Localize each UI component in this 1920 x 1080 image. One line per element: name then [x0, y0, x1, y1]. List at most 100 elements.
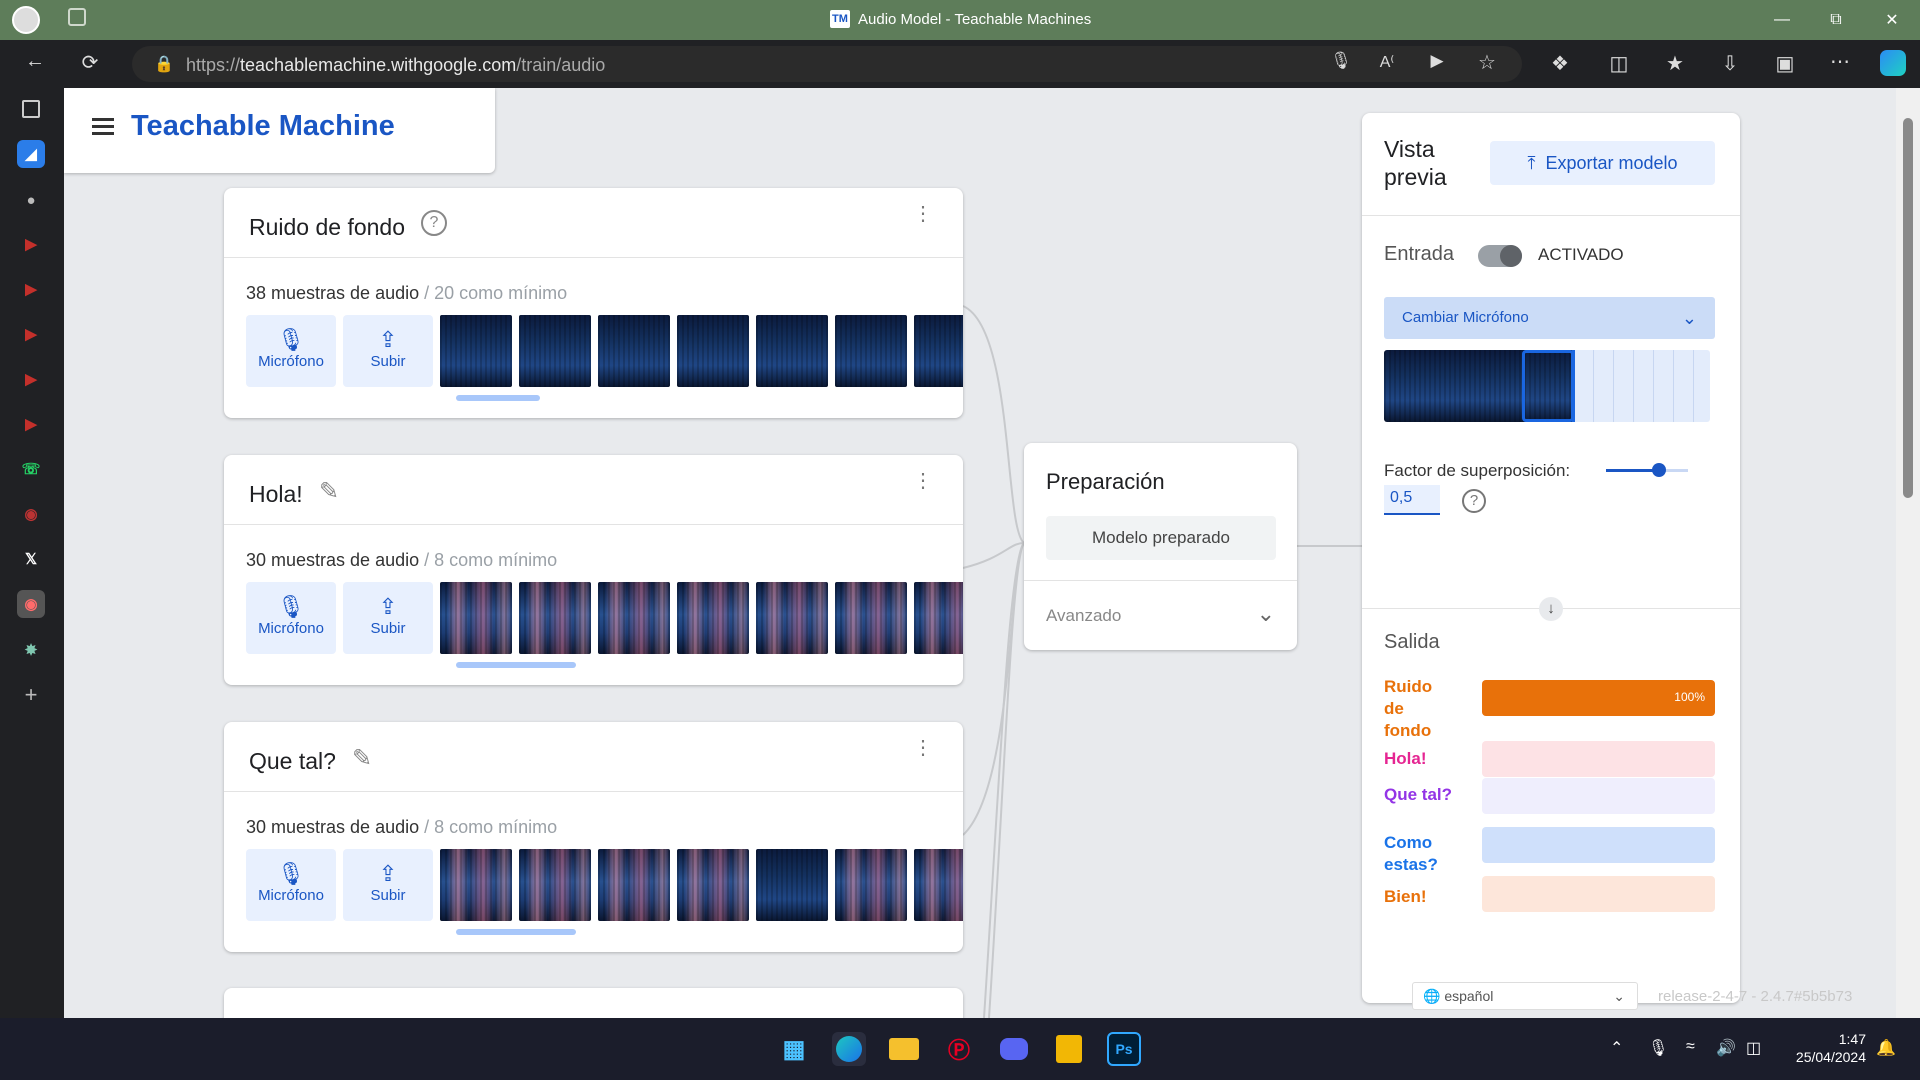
- audio-sample-thumbnail[interactable]: [440, 582, 512, 654]
- audio-sample-thumbnail[interactable]: [677, 849, 749, 921]
- help-circle-icon[interactable]: ?: [421, 210, 447, 236]
- edge-icon[interactable]: [832, 1032, 866, 1066]
- audio-sample-thumbnail[interactable]: [756, 849, 828, 921]
- split-screen-icon[interactable]: ◫: [1604, 51, 1634, 76]
- volume-icon[interactable]: 🔊: [1716, 1038, 1736, 1058]
- samples-scrollbar[interactable]: [446, 928, 946, 935]
- wifi-icon[interactable]: ≈: [1686, 1038, 1695, 1056]
- favorite-star-icon[interactable]: ☆: [1472, 50, 1502, 75]
- downloads-icon[interactable]: ⇩: [1715, 51, 1745, 76]
- advanced-toggle[interactable]: Avanzado: [1046, 606, 1121, 626]
- audio-sample-thumbnail[interactable]: [440, 849, 512, 921]
- youtube-icon[interactable]: ▶: [17, 410, 45, 438]
- microphone-button[interactable]: 🎙 Micrófono: [246, 849, 336, 921]
- page-scrollbar[interactable]: [1896, 88, 1920, 1018]
- kebab-menu-icon[interactable]: ⋮: [913, 738, 933, 758]
- audio-sample-thumbnail[interactable]: [914, 849, 963, 921]
- hamburger-menu-icon[interactable]: [92, 118, 114, 139]
- youtube-icon[interactable]: ▶: [17, 320, 45, 348]
- pencil-icon[interactable]: ✎: [319, 477, 339, 506]
- microphone-button[interactable]: 🎙 Micrófono: [246, 315, 336, 387]
- microphone-icon[interactable]: 🎙: [1648, 1038, 1668, 1058]
- minimize-button[interactable]: —: [1762, 6, 1802, 34]
- immersive-reader-icon[interactable]: ▶: [1422, 51, 1452, 71]
- microphone-select[interactable]: Cambiar Micrófono ⌄: [1384, 297, 1715, 339]
- pencil-icon[interactable]: ✎: [352, 744, 372, 773]
- chevron-down-icon[interactable]: ⌄: [1257, 601, 1275, 627]
- upload-button[interactable]: ⇪ Subir: [343, 315, 433, 387]
- file-explorer-icon[interactable]: [887, 1032, 921, 1066]
- microphone-icon[interactable]: 🎙: [1326, 51, 1356, 71]
- back-icon[interactable]: ←: [20, 50, 50, 73]
- kebab-menu-icon[interactable]: ⋮: [913, 471, 933, 491]
- photoshop-icon[interactable]: Ps: [1107, 1032, 1141, 1066]
- whatsapp-icon[interactable]: ☏: [17, 455, 45, 483]
- pinterest-icon[interactable]: Ⓟ: [942, 1032, 976, 1066]
- audio-sample-thumbnail[interactable]: [598, 849, 670, 921]
- pro-app-icon[interactable]: [1052, 1032, 1086, 1066]
- refresh-icon[interactable]: ⟳: [75, 50, 105, 75]
- class-name[interactable]: Que tal?: [249, 748, 336, 775]
- brand-title[interactable]: Teachable Machine: [131, 110, 395, 143]
- url-text[interactable]: https://teachablemachine.withgoogle.com/…: [186, 55, 605, 76]
- restore-button[interactable]: ⧉: [1816, 6, 1856, 34]
- clock[interactable]: 1:47 25/04/2024: [1796, 1030, 1866, 1066]
- audio-sample-thumbnail[interactable]: [519, 582, 591, 654]
- audio-sample-thumbnail[interactable]: [677, 582, 749, 654]
- add-icon[interactable]: +: [17, 681, 45, 709]
- battery-icon[interactable]: ◫: [1746, 1038, 1761, 1058]
- youtube-icon[interactable]: ▶: [17, 275, 45, 303]
- profile-avatar[interactable]: [12, 6, 40, 34]
- audio-sample-thumbnail[interactable]: [835, 582, 907, 654]
- overlap-slider[interactable]: [1606, 463, 1688, 477]
- address-bar[interactable]: 🔒 https://teachablemachine.withgoogle.co…: [132, 46, 1522, 82]
- train-model-button[interactable]: Modelo preparado: [1046, 516, 1276, 560]
- active-tab-icon[interactable]: ◢: [17, 140, 45, 168]
- audio-sample-thumbnail[interactable]: [756, 582, 828, 654]
- tabs-icon[interactable]: [22, 100, 40, 118]
- audio-sample-thumbnail[interactable]: [756, 315, 828, 387]
- audio-sample-thumbnail[interactable]: [519, 849, 591, 921]
- lock-icon[interactable]: 🔒: [154, 54, 174, 74]
- mask-icon[interactable]: ◉: [17, 500, 45, 528]
- audio-sample-thumbnail[interactable]: [835, 849, 907, 921]
- class-name[interactable]: Ruido de fondo: [249, 214, 405, 241]
- audio-sample-thumbnail[interactable]: [914, 315, 963, 387]
- microphone-button[interactable]: 🎙 Micrófono: [246, 582, 336, 654]
- close-button[interactable]: ✕: [1872, 6, 1912, 34]
- read-aloud-icon[interactable]: A⁽: [1372, 52, 1402, 72]
- windows-start-icon[interactable]: ▦: [777, 1032, 811, 1066]
- screenshot-icon[interactable]: ▣: [1770, 51, 1800, 76]
- tab-actions-icon[interactable]: [68, 8, 86, 26]
- favorites-icon[interactable]: ★: [1660, 51, 1690, 76]
- upload-button[interactable]: ⇪ Subir: [343, 849, 433, 921]
- audio-sample-thumbnail[interactable]: [914, 582, 963, 654]
- samples-scrollbar[interactable]: [446, 394, 946, 401]
- audio-sample-thumbnail[interactable]: [835, 315, 907, 387]
- audio-sample-thumbnail[interactable]: [440, 315, 512, 387]
- class-name[interactable]: Hola!: [249, 481, 303, 508]
- x-icon[interactable]: 𝕏: [17, 545, 45, 573]
- samples-scrollbar[interactable]: [446, 661, 946, 668]
- record-icon[interactable]: ◉: [17, 590, 45, 618]
- extensions-icon[interactable]: ❖: [1545, 51, 1575, 76]
- help-circle-icon[interactable]: ?: [1462, 489, 1486, 513]
- openai-icon[interactable]: ✸: [17, 636, 45, 664]
- overlap-value-input[interactable]: 0,5: [1384, 485, 1440, 515]
- notifications-icon[interactable]: 🔔: [1876, 1038, 1896, 1058]
- input-toggle[interactable]: [1478, 245, 1522, 267]
- discord-icon[interactable]: [997, 1032, 1031, 1066]
- youtube-icon[interactable]: ▶: [17, 365, 45, 393]
- audio-sample-thumbnail[interactable]: [677, 315, 749, 387]
- more-icon[interactable]: ⋯: [1825, 49, 1855, 74]
- upload-button[interactable]: ⇪ Subir: [343, 582, 433, 654]
- audio-sample-thumbnail[interactable]: [598, 315, 670, 387]
- github-icon[interactable]: ●: [17, 186, 45, 214]
- audio-sample-thumbnail[interactable]: [598, 582, 670, 654]
- audio-sample-thumbnail[interactable]: [519, 315, 591, 387]
- copilot-icon[interactable]: [1880, 50, 1906, 76]
- export-model-button[interactable]: ⤒ Exportar modelo: [1490, 141, 1715, 185]
- youtube-icon[interactable]: ▶: [17, 230, 45, 258]
- kebab-menu-icon[interactable]: ⋮: [913, 204, 933, 224]
- chevron-up-icon[interactable]: ⌃: [1610, 1038, 1623, 1058]
